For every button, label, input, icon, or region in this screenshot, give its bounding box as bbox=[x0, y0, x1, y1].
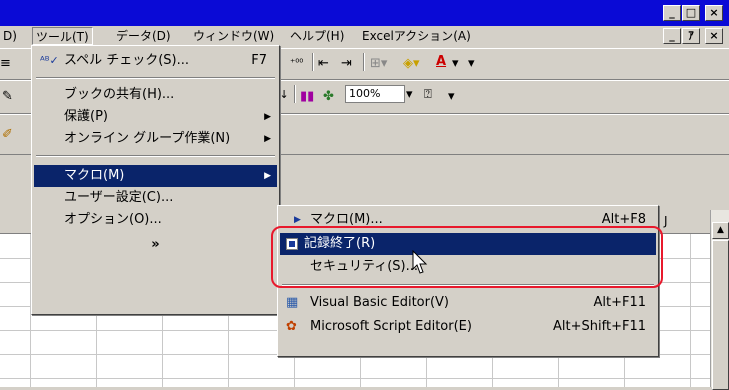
help-icon[interactable]: ⍰ bbox=[424, 87, 432, 103]
vb-editor-icon: ▦ bbox=[286, 295, 299, 310]
menu-excel-action[interactable]: Excelアクション(A) bbox=[359, 27, 474, 45]
drawing-icon[interactable]: ✤ bbox=[323, 89, 334, 105]
close-button[interactable]: × bbox=[705, 5, 723, 21]
doc-close-button[interactable]: × bbox=[705, 28, 723, 44]
menu-expand-chevron-icon[interactable]: » bbox=[34, 234, 277, 256]
maximize-button[interactable]: □ bbox=[682, 5, 700, 21]
borders-icon[interactable]: ⊞▾ bbox=[370, 56, 387, 72]
menu-window[interactable]: ウィンドウ(W) bbox=[190, 27, 277, 45]
font-color-icon[interactable]: A bbox=[436, 54, 446, 70]
outdent-icon[interactable]: ⇤ bbox=[318, 56, 329, 72]
toolbar-options-icon[interactable]: ▾ bbox=[468, 56, 475, 72]
decimal-icon[interactable]: ⁺⁰⁰ bbox=[290, 56, 303, 72]
font-color-dropdown-icon[interactable]: ▾ bbox=[452, 56, 459, 72]
pen-icon[interactable]: ✎ bbox=[2, 89, 13, 105]
title-bar: _ □ × bbox=[0, 0, 729, 26]
minimize-button[interactable]: _ bbox=[663, 5, 681, 21]
zoom-box[interactable]: 100% bbox=[345, 85, 405, 103]
fill-color-icon[interactable]: ◈▾ bbox=[403, 56, 420, 72]
align-icon[interactable]: ≡ bbox=[0, 56, 11, 72]
doc-minimize-button[interactable]: _ bbox=[663, 28, 681, 44]
menu-bar: D) ツール(T) データ(D) ウィンドウ(W) ヘルプ(H) Excelアク… bbox=[0, 26, 729, 47]
menu-item-macro[interactable]: マクロ(M) ▶ bbox=[34, 165, 277, 187]
mouse-cursor-icon bbox=[412, 250, 428, 274]
vertical-scrollbar[interactable]: ▲ bbox=[710, 210, 729, 390]
spell-check-icon: ᴬᴮ✓ bbox=[40, 54, 59, 67]
indent-icon[interactable]: ⇥ bbox=[341, 56, 352, 72]
menu-separator bbox=[36, 77, 275, 79]
menu-item-script-editor[interactable]: ✿ Microsoft Script Editor(E) Alt+Shift+F… bbox=[280, 316, 656, 338]
toolbar-options-icon-2[interactable]: ▾ bbox=[448, 89, 455, 105]
menu-data[interactable]: データ(D) bbox=[113, 27, 174, 45]
menu-tools[interactable]: ツール(T) bbox=[32, 27, 93, 45]
menu-item-spell-check[interactable]: ᴬᴮ✓ スペル チェック(S)... F7 bbox=[34, 50, 277, 72]
script-editor-icon: ✿ bbox=[286, 319, 297, 334]
chart-icon[interactable]: ▮▮ bbox=[300, 89, 314, 105]
macro-icon[interactable]: ✐ bbox=[2, 127, 13, 143]
menu-item-vb-editor[interactable]: ▦ Visual Basic Editor(V) Alt+F11 bbox=[280, 292, 656, 314]
menu-separator bbox=[36, 155, 275, 157]
submenu-arrow-icon: ▶ bbox=[264, 134, 271, 144]
submenu-arrow-icon: ▶ bbox=[264, 171, 271, 181]
tools-menu: ᴬᴮ✓ スペル チェック(S)... F7 ブックの共有(H)... 保護(P)… bbox=[31, 45, 280, 315]
scroll-up-icon[interactable]: ▲ bbox=[712, 222, 729, 239]
menu-item-customize[interactable]: ユーザー設定(C)... bbox=[34, 187, 277, 209]
doc-restore-button[interactable]: ｱ bbox=[682, 28, 700, 44]
toolbar-separator bbox=[294, 85, 296, 103]
toolbar-separator bbox=[312, 53, 314, 71]
menu-item-options[interactable]: オプション(O)... bbox=[34, 209, 277, 231]
zoom-dropdown-icon[interactable]: ▾ bbox=[406, 87, 413, 103]
column-header-j[interactable]: J bbox=[664, 214, 668, 228]
menu-help[interactable]: ヘルプ(H) bbox=[287, 27, 347, 45]
scroll-thumb[interactable] bbox=[712, 240, 729, 390]
menu-item-online-collab[interactable]: オンライン グループ作業(N) ▶ bbox=[34, 128, 277, 150]
menu-data-partial[interactable]: D) bbox=[0, 27, 20, 45]
annotation-highlight bbox=[271, 226, 663, 288]
submenu-arrow-icon: ▶ bbox=[264, 112, 271, 122]
menu-item-protection[interactable]: 保護(P) ▶ bbox=[34, 106, 277, 128]
menu-item-share-book[interactable]: ブックの共有(H)... bbox=[34, 84, 277, 106]
toolbar-separator bbox=[363, 53, 365, 71]
